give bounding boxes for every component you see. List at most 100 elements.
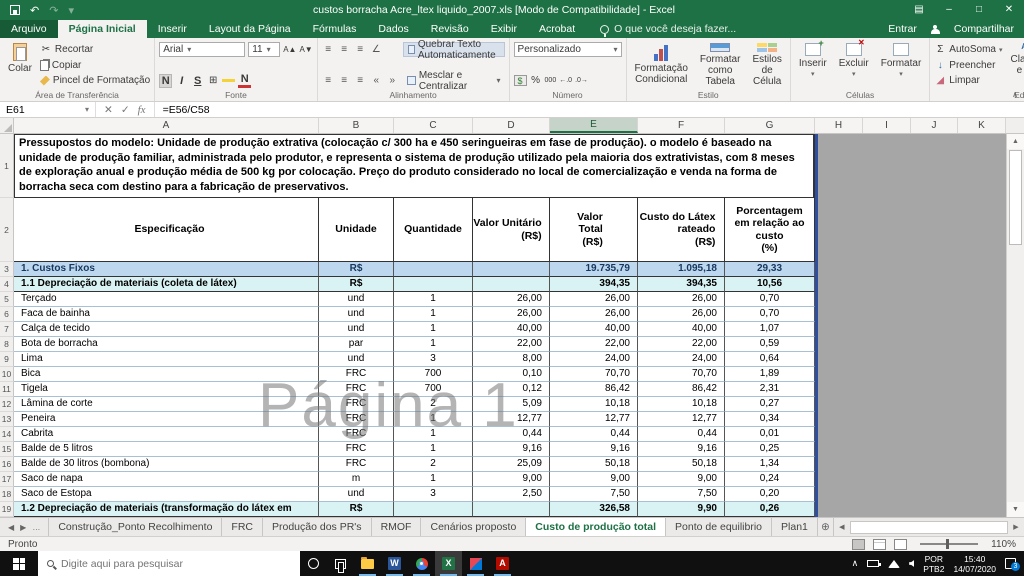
cell[interactable]: 0,70 bbox=[725, 292, 815, 307]
cell[interactable]: Balde de 5 litros bbox=[14, 442, 319, 457]
tray-chevron-icon[interactable]: ∧ bbox=[852, 558, 859, 569]
column-header[interactable]: F bbox=[638, 118, 725, 133]
cell[interactable]: R$ bbox=[319, 502, 394, 517]
cell[interactable]: und bbox=[319, 322, 394, 337]
cell[interactable]: 1,89 bbox=[725, 367, 815, 382]
cell[interactable]: 0,12 bbox=[473, 382, 550, 397]
cell[interactable]: 2,50 bbox=[473, 487, 550, 502]
cell[interactable]: 22,00 bbox=[473, 337, 550, 352]
ribbon-display-options-icon[interactable]: ▤ bbox=[904, 0, 934, 20]
autosum-button[interactable]: Σ AutoSoma ▾ bbox=[934, 42, 1002, 57]
cell[interactable]: 10,56 bbox=[725, 277, 815, 292]
scroll-left-icon[interactable]: ◀ bbox=[834, 523, 850, 531]
row-number[interactable]: 5 bbox=[0, 292, 14, 307]
cell[interactable] bbox=[394, 502, 473, 517]
enter-icon[interactable]: ✓ bbox=[121, 104, 130, 116]
currency-format-icon[interactable]: $ bbox=[514, 75, 527, 86]
cell[interactable] bbox=[473, 262, 550, 277]
cell[interactable]: 86,42 bbox=[550, 382, 638, 397]
acrobat-button[interactable]: A bbox=[489, 551, 516, 576]
cell[interactable]: 1,34 bbox=[725, 457, 815, 472]
cell[interactable]: 700 bbox=[394, 367, 473, 382]
row-number[interactable]: 4 bbox=[0, 277, 14, 292]
decrease-decimal-icon[interactable]: .0→ bbox=[575, 77, 588, 84]
borders-icon[interactable]: ⊞ bbox=[207, 75, 219, 86]
sheet-tab[interactable]: Ponto de equilibrio bbox=[666, 518, 772, 536]
hscrollbar-thumb[interactable] bbox=[850, 521, 1008, 534]
italic-button[interactable]: I bbox=[175, 75, 188, 87]
row-number[interactable]: 13 bbox=[0, 412, 14, 427]
shrink-font-icon[interactable]: A▼ bbox=[299, 45, 312, 54]
header-cell[interactable]: Quantidade bbox=[394, 198, 473, 262]
decrease-indent-icon[interactable]: « bbox=[370, 75, 383, 86]
ribbon-tab[interactable]: Layout da Página bbox=[198, 20, 302, 38]
cell[interactable]: 22,00 bbox=[550, 337, 638, 352]
cell[interactable]: Lâmina de corte bbox=[14, 397, 319, 412]
cell[interactable]: 1,07 bbox=[725, 322, 815, 337]
photos-button[interactable] bbox=[462, 551, 489, 576]
sheet-tab[interactable]: Plan1 bbox=[772, 518, 818, 536]
bold-button[interactable]: N bbox=[159, 74, 172, 88]
cell[interactable]: Lima bbox=[14, 352, 319, 367]
cell[interactable]: 1 bbox=[394, 442, 473, 457]
zoom-slider[interactable] bbox=[915, 543, 983, 545]
cell[interactable]: 40,00 bbox=[473, 322, 550, 337]
normal-view-icon[interactable] bbox=[852, 539, 865, 550]
header-cell[interactable]: Unidade bbox=[319, 198, 394, 262]
cut-button[interactable]: ✂ Recortar bbox=[40, 42, 150, 57]
cell[interactable]: FRC bbox=[319, 427, 394, 442]
cell[interactable]: 8,00 bbox=[473, 352, 550, 367]
merge-center-button[interactable]: Mesclar e Centralizar ▾ bbox=[403, 73, 505, 88]
cell[interactable]: Tigela bbox=[14, 382, 319, 397]
cell[interactable]: 0,44 bbox=[550, 427, 638, 442]
format-cells-button[interactable]: Formatar ▾ bbox=[877, 41, 926, 89]
align-left-icon[interactable]: ≡ bbox=[322, 75, 335, 86]
cell[interactable]: 1 bbox=[394, 337, 473, 352]
cell[interactable]: 1 bbox=[394, 427, 473, 442]
cell[interactable]: 0,27 bbox=[725, 397, 815, 412]
cell[interactable]: 0,10 bbox=[473, 367, 550, 382]
cell[interactable]: 0,01 bbox=[725, 427, 815, 442]
sort-filter-button[interactable]: A↓Z Classificar e Filtrar bbox=[1007, 41, 1024, 89]
cell[interactable]: Cabrita bbox=[14, 427, 319, 442]
column-header[interactable]: G bbox=[725, 118, 815, 133]
cell[interactable]: 22,00 bbox=[638, 337, 725, 352]
cell[interactable]: 0,20 bbox=[725, 487, 815, 502]
cell[interactable]: 1 bbox=[394, 412, 473, 427]
cell[interactable] bbox=[473, 277, 550, 292]
cell[interactable]: 7,50 bbox=[550, 487, 638, 502]
cell[interactable]: 1.1 Depreciação de materiais (coleta de … bbox=[14, 277, 319, 292]
fill-button[interactable]: ↓ Preencher bbox=[934, 58, 1002, 73]
cell[interactable]: 0,59 bbox=[725, 337, 815, 352]
vertical-scrollbar[interactable]: ▲ ▼ bbox=[1006, 134, 1024, 517]
align-center-icon[interactable]: ≡ bbox=[338, 75, 351, 86]
cell[interactable]: 50,18 bbox=[638, 457, 725, 472]
cell[interactable]: 3 bbox=[394, 487, 473, 502]
conditional-formatting-button[interactable]: Formatação Condicional bbox=[631, 41, 692, 89]
cell[interactable]: 1 bbox=[394, 292, 473, 307]
sheet-tab[interactable]: Construção_Ponto Recolhimento bbox=[48, 518, 222, 536]
insert-cells-button[interactable]: Inserir ▾ bbox=[795, 41, 831, 89]
sheet-more-icon[interactable]: … bbox=[32, 523, 40, 532]
save-icon[interactable] bbox=[10, 5, 20, 15]
column-header[interactable]: H bbox=[815, 118, 863, 133]
row-number[interactable]: 16 bbox=[0, 457, 14, 472]
file-explorer-button[interactable] bbox=[354, 551, 381, 576]
column-header[interactable]: A bbox=[14, 118, 319, 133]
volume-icon[interactable] bbox=[909, 560, 914, 567]
cell[interactable]: 0,26 bbox=[725, 502, 815, 517]
cell[interactable]: 26,00 bbox=[550, 307, 638, 322]
cell[interactable]: 12,77 bbox=[473, 412, 550, 427]
align-right-icon[interactable]: ≡ bbox=[354, 75, 367, 86]
cell[interactable]: 394,35 bbox=[638, 277, 725, 292]
underline-button[interactable]: S bbox=[191, 75, 204, 87]
search-input[interactable] bbox=[61, 558, 291, 570]
increase-decimal-icon[interactable]: ←.0 bbox=[559, 77, 572, 84]
header-cell[interactable]: Valor Total (R$) bbox=[550, 198, 638, 262]
ribbon-tab[interactable]: Inserir bbox=[147, 20, 198, 38]
cortana-button[interactable] bbox=[300, 551, 327, 576]
cell[interactable]: 25,09 bbox=[473, 457, 550, 472]
zoom-thumb[interactable] bbox=[946, 539, 949, 549]
cell[interactable]: und bbox=[319, 487, 394, 502]
tell-me-search[interactable]: O que você deseja fazer... bbox=[600, 20, 736, 38]
